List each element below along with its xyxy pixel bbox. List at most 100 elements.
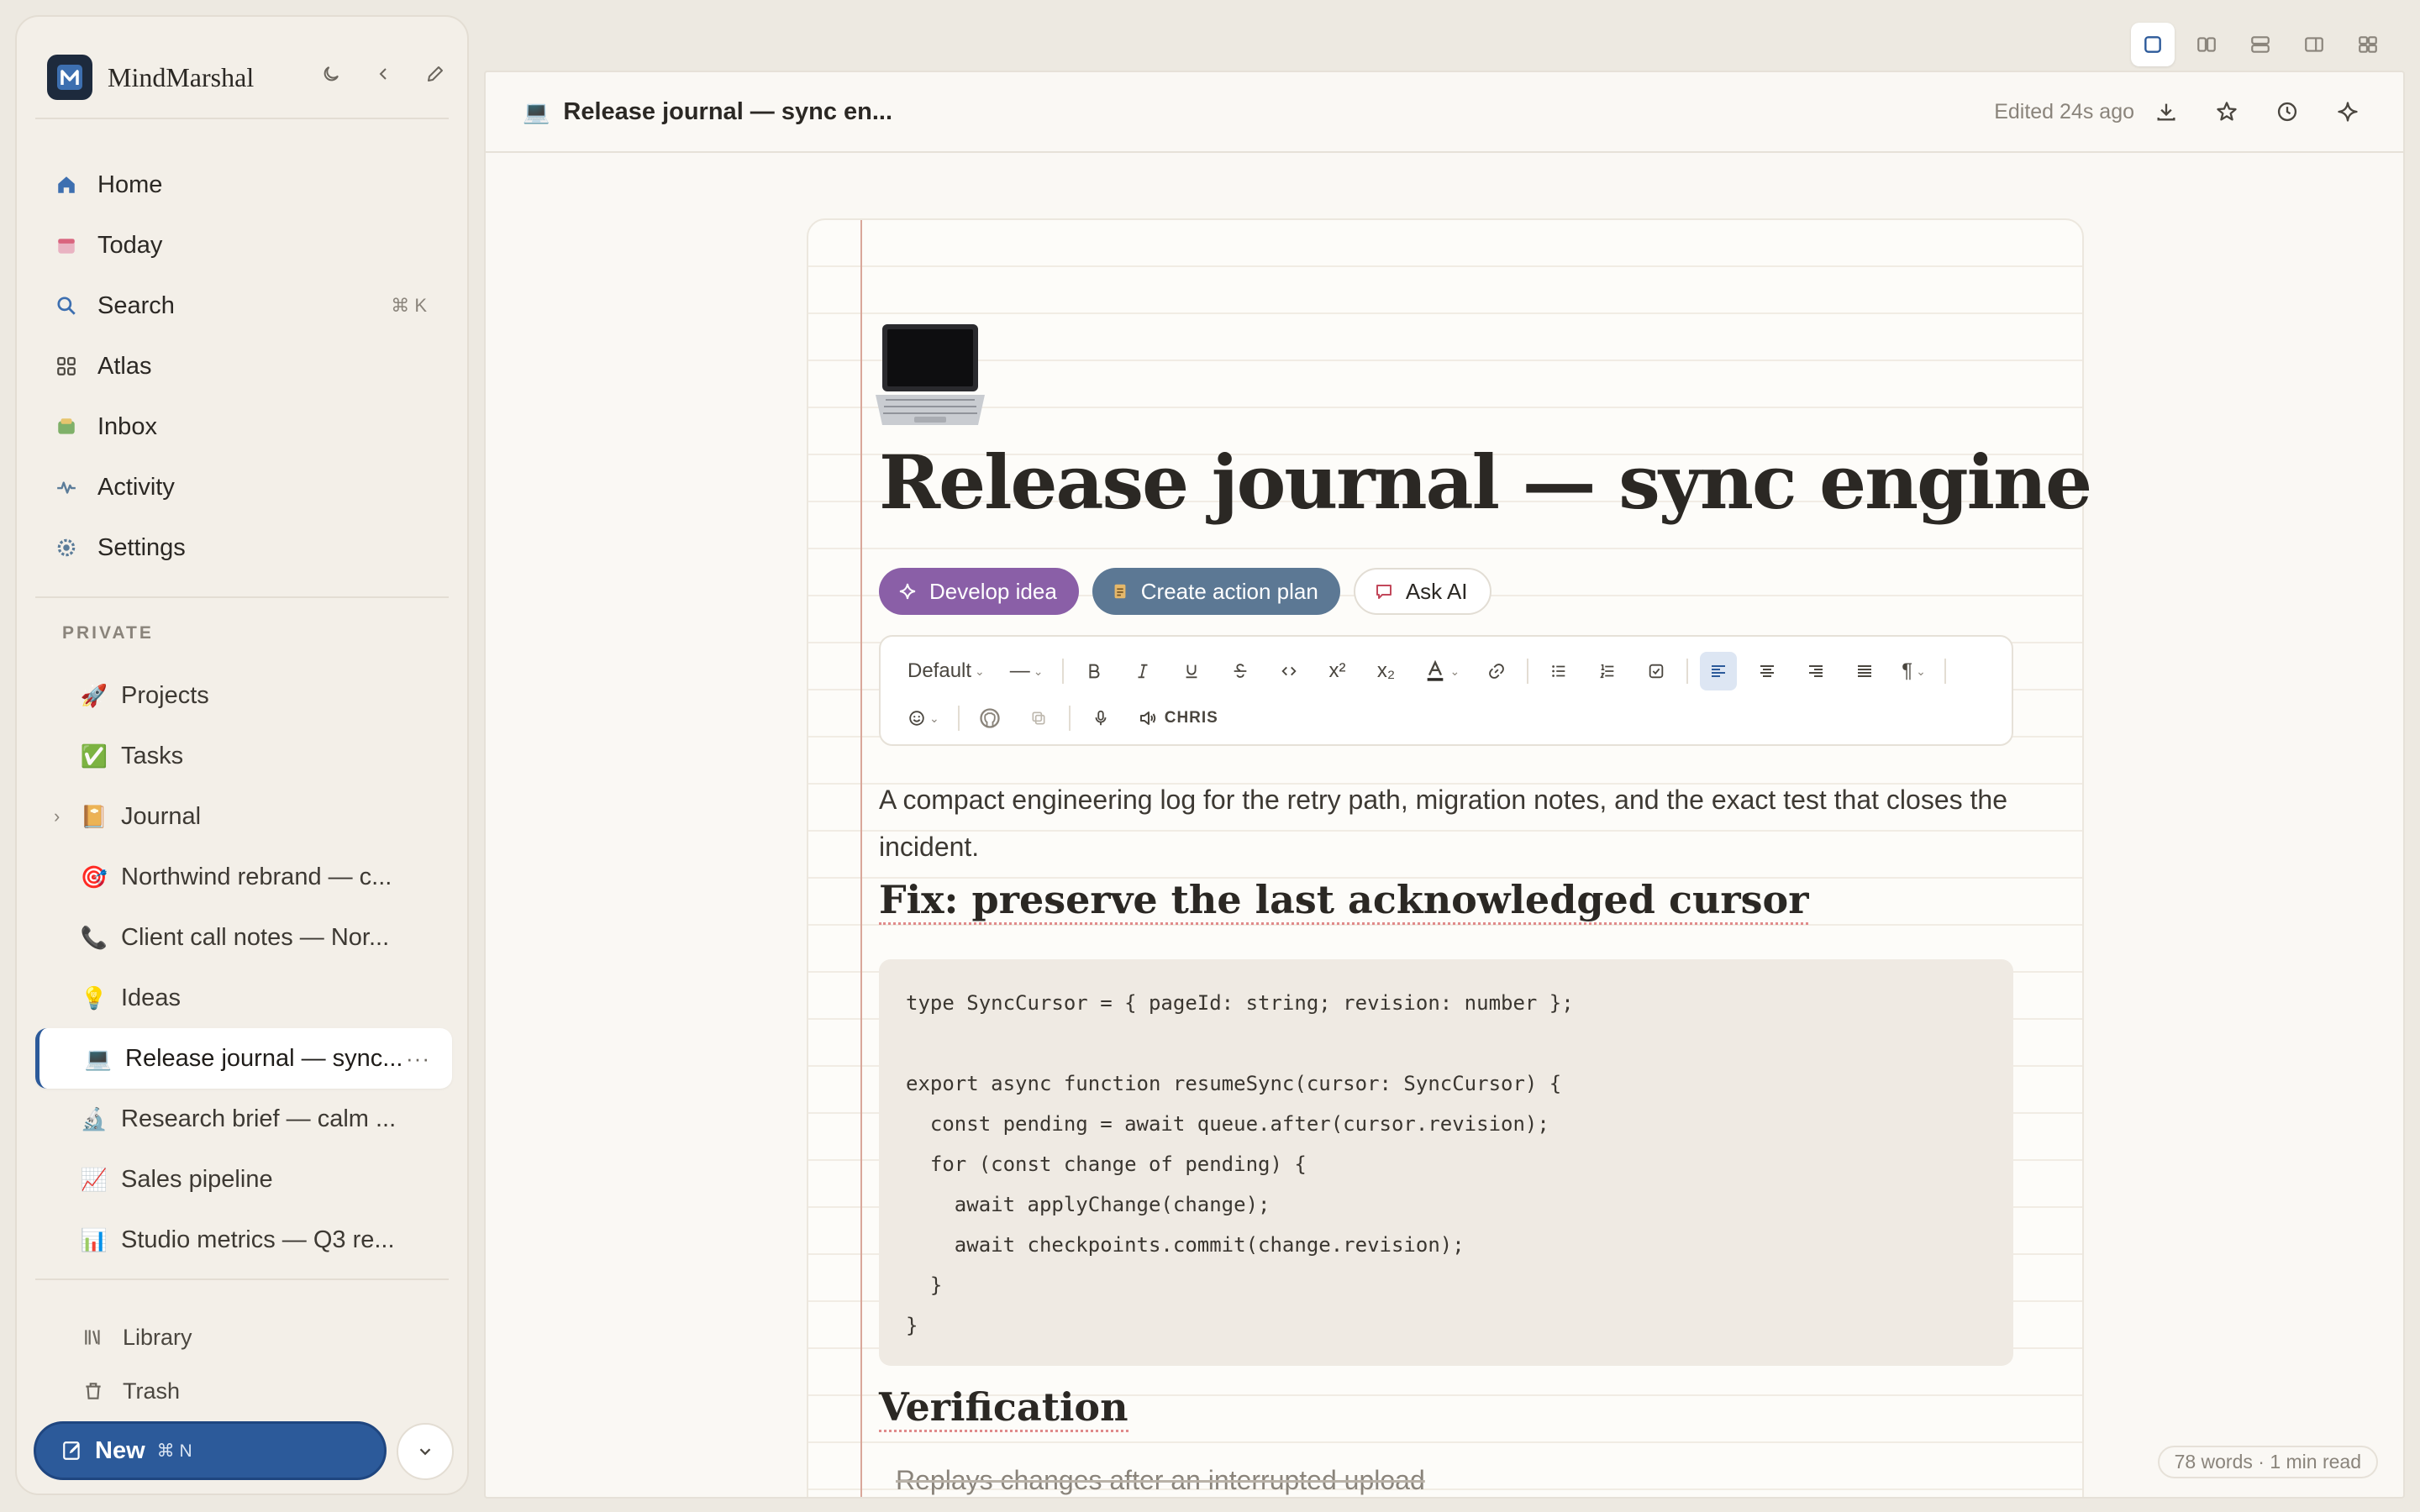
align-center-icon[interactable] [1749, 652, 1786, 690]
superscript-icon[interactable]: x² [1319, 652, 1356, 690]
code-block[interactable]: type SyncCursor = { pageId: string; revi… [879, 959, 2013, 1366]
page-item-journal[interactable]: › 📔 Journal [35, 786, 452, 847]
nav-inbox[interactable]: Inbox [35, 396, 452, 457]
chevron-down-icon: ⌄ [1916, 664, 1926, 678]
toolbar-divider [957, 706, 960, 731]
bold-icon[interactable] [1076, 652, 1113, 690]
new-options-button[interactable] [397, 1423, 454, 1480]
history-icon[interactable] [2272, 97, 2302, 127]
page-item-projects[interactable]: 🚀 Projects [35, 665, 452, 726]
nav-atlas[interactable]: Atlas [35, 336, 452, 396]
page-item-research-brief[interactable]: 🔬 Research brief — calm ... [35, 1089, 452, 1149]
page-item-northwind[interactable]: 🎯 Northwind rebrand — c... [35, 847, 452, 907]
bullet-list-icon[interactable] [1540, 652, 1577, 690]
calendar-icon [54, 233, 79, 258]
new-page-button[interactable]: New ⌘ N [34, 1421, 387, 1480]
strikethrough-icon[interactable] [1222, 652, 1259, 690]
download-icon[interactable] [2151, 97, 2181, 127]
nav-label: Settings [97, 533, 186, 561]
align-justify-icon[interactable] [1846, 652, 1883, 690]
layout-grid-icon[interactable] [2346, 23, 2390, 66]
layout-rows-icon[interactable] [2238, 23, 2282, 66]
heading-text: Fix: preserve the last acknowledged curs… [879, 877, 1809, 925]
layout-sidebar-icon[interactable] [2292, 23, 2336, 66]
section-label-private: PRIVATE [62, 623, 154, 643]
heading-verification[interactable]: Verification [879, 1384, 1128, 1432]
link-icon[interactable] [1478, 652, 1515, 690]
nav-search[interactable]: Search ⌘ K [35, 276, 452, 336]
doc-header-title: Release journal — sync en... [563, 97, 893, 125]
trash-link[interactable]: Trash [35, 1364, 452, 1418]
inbox-icon [54, 414, 79, 439]
page-label: Northwind rebrand — c... [121, 863, 392, 890]
checklist-icon[interactable] [1638, 652, 1675, 690]
nav-home[interactable]: Home [35, 155, 452, 215]
align-right-icon[interactable] [1797, 652, 1834, 690]
microphone-icon[interactable] [1082, 699, 1119, 738]
page-emoji: ✅ [80, 743, 108, 769]
chevron-right-icon[interactable]: › [54, 806, 60, 827]
text-color-icon[interactable]: ⌄ [1417, 652, 1467, 690]
toolbar-divider [1068, 706, 1071, 731]
sparkle-icon [897, 581, 918, 601]
more-options-icon[interactable]: ··· [406, 1046, 430, 1072]
code-icon[interactable] [1270, 652, 1307, 690]
word-count: 78 words · 1 min read [2157, 1446, 2378, 1478]
copy-icon[interactable] [1020, 699, 1057, 738]
doc-title[interactable]: Release journal — sync engine [879, 438, 2092, 526]
divider-select[interactable]: — ⌄ [1003, 652, 1050, 690]
nav-label: Inbox [97, 412, 157, 440]
nav-settings[interactable]: Settings [35, 517, 452, 578]
ask-ai-button[interactable]: Ask AI [1353, 568, 1491, 615]
nav-today[interactable]: Today [35, 215, 452, 276]
page-item-sales-pipeline[interactable]: 📈 Sales pipeline [35, 1149, 452, 1210]
dark-mode-icon[interactable] [316, 59, 346, 89]
emoji-icon[interactable]: ⌄ [901, 699, 946, 738]
github-icon[interactable] [971, 699, 1008, 738]
divider [35, 1278, 449, 1280]
search-icon [54, 293, 79, 318]
nav-activity[interactable]: Activity [35, 457, 452, 517]
page-item-release-journal[interactable]: 💻 Release journal — sync... ··· [35, 1028, 452, 1089]
compose-icon[interactable] [420, 59, 450, 89]
checklist-item[interactable]: Replays changes after an interrupted upl… [896, 1465, 1425, 1496]
numbered-list-icon[interactable] [1589, 652, 1626, 690]
page-label: Client call notes — Nor... [121, 923, 390, 951]
text-style-label: Default [908, 659, 972, 682]
editor-page[interactable]: Release journal — sync engine Develop id… [807, 218, 2092, 1497]
grid-icon [54, 354, 79, 379]
page-item-client-call[interactable]: 📞 Client call notes — Nor... [35, 907, 452, 968]
paragraph-icon[interactable]: ¶ ⌄ [1895, 652, 1933, 690]
library-link[interactable]: Library [35, 1310, 452, 1364]
gear-icon [54, 535, 79, 560]
page-emoji: 💻 [523, 98, 550, 124]
chat-icon [1374, 581, 1394, 601]
page-label: Ideas [121, 984, 181, 1011]
chevron-down-icon [419, 1448, 431, 1456]
page-item-tasks[interactable]: ✅ Tasks [35, 726, 452, 786]
develop-idea-button[interactable]: Develop idea [879, 568, 1079, 615]
sparkle-icon[interactable] [2333, 97, 2363, 127]
star-icon[interactable] [2212, 97, 2242, 127]
chevron-down-icon: ⌄ [975, 664, 985, 678]
layout-single-icon[interactable] [2131, 23, 2175, 66]
page-item-ideas[interactable]: 💡 Ideas [35, 968, 452, 1028]
brand: MindMarshal [47, 50, 450, 104]
chip-label: Develop idea [929, 578, 1057, 604]
underline-icon[interactable] [1173, 652, 1210, 690]
page-item-studio-metrics[interactable]: 📊 Studio metrics — Q3 re... [35, 1210, 452, 1270]
align-left-icon[interactable] [1700, 652, 1738, 690]
sidebar: MindMarshal Home Today Search ⌘ K Atlas … [15, 15, 469, 1495]
read-aloud-button[interactable]: CHRIS [1131, 699, 1225, 738]
intro-paragraph[interactable]: A compact engineering log for the retry … [879, 776, 2013, 870]
doc-tab-title[interactable]: 💻 Release journal — sync en... [523, 98, 892, 126]
collapse-sidebar-icon[interactable] [368, 59, 398, 89]
page-label: Release journal — sync... [125, 1044, 403, 1072]
heading-fix[interactable]: Fix: preserve the last acknowledged curs… [879, 877, 1809, 925]
subscript-icon[interactable]: x₂ [1368, 652, 1405, 690]
create-action-plan-button[interactable]: Create action plan [1092, 568, 1340, 615]
layout-columns-icon[interactable] [2185, 23, 2228, 66]
text-style-select[interactable]: Default ⌄ [901, 652, 992, 690]
italic-icon[interactable] [1124, 652, 1161, 690]
pencil-icon [63, 1441, 80, 1460]
